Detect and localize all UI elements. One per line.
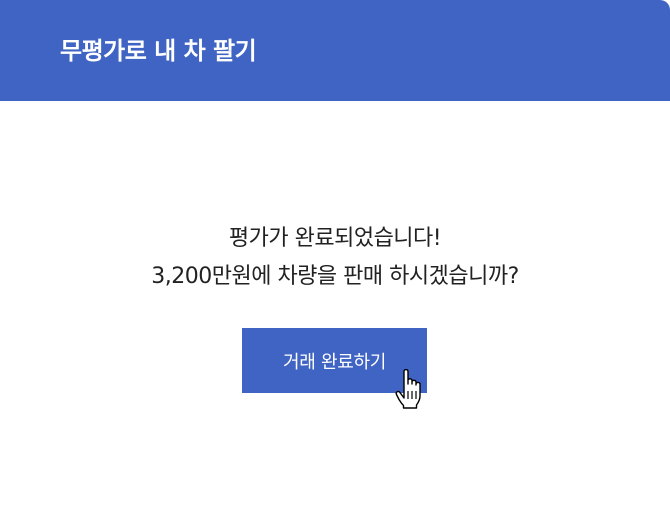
dialog-header: 무평가로 내 차 팔기 — [0, 0, 670, 101]
confirmation-message: 평가가 완료되었습니다! 3,200만원에 차량을 판매 하시겠습니까? — [0, 220, 670, 296]
message-line-sale-prompt: 3,200만원에 차량을 판매 하시겠습니까? — [151, 264, 519, 289]
message-line-completed: 평가가 완료되었습니다! — [228, 226, 442, 251]
dialog-title: 무평가로 내 차 팔기 — [60, 37, 257, 65]
sell-car-dialog: 무평가로 내 차 팔기 평가가 완료되었습니다! 3,200만원에 차량을 판매… — [0, 0, 670, 522]
hand-pointer-icon — [395, 369, 421, 409]
